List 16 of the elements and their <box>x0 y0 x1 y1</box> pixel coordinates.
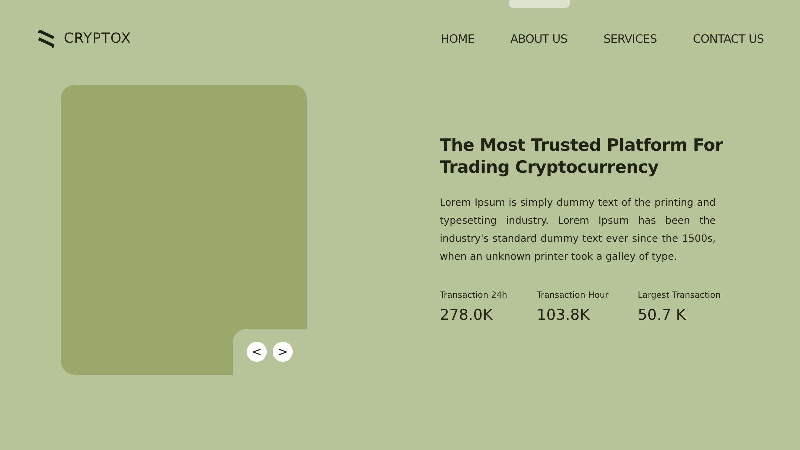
hero-description: Lorem Ipsum is simply dummy text of the printing and typesetting industry. Lorem Ipsum has been the industry's standard dummy text ever since the 1500s, when an unknown printer took a galley of type. <box>440 197 716 265</box>
stat-value: 103.8K <box>537 306 591 324</box>
nav-link[interactable]: CONTACT US <box>693 32 764 46</box>
stat-value: 278.0K <box>440 306 494 324</box>
stat-value: 50.7 K <box>638 306 688 324</box>
next-button[interactable]: > <box>273 342 293 362</box>
nav-link[interactable]: SERVICES <box>604 32 658 46</box>
nav-link[interactable]: ABOUT US <box>510 32 568 46</box>
stat-label: Transaction Hour <box>537 291 610 301</box>
brand-name: CRYPTOX <box>64 31 132 47</box>
hero-title: The Most Trusted Platform For Trading Cryptocurrency <box>440 135 724 179</box>
nav-link[interactable]: HOME <box>440 32 475 46</box>
previous-button[interactable]: < <box>247 342 267 362</box>
logo-icon <box>38 30 56 48</box>
stat-label: Transaction 24h <box>440 291 509 301</box>
stat-label: Largest Transaction <box>638 291 722 301</box>
